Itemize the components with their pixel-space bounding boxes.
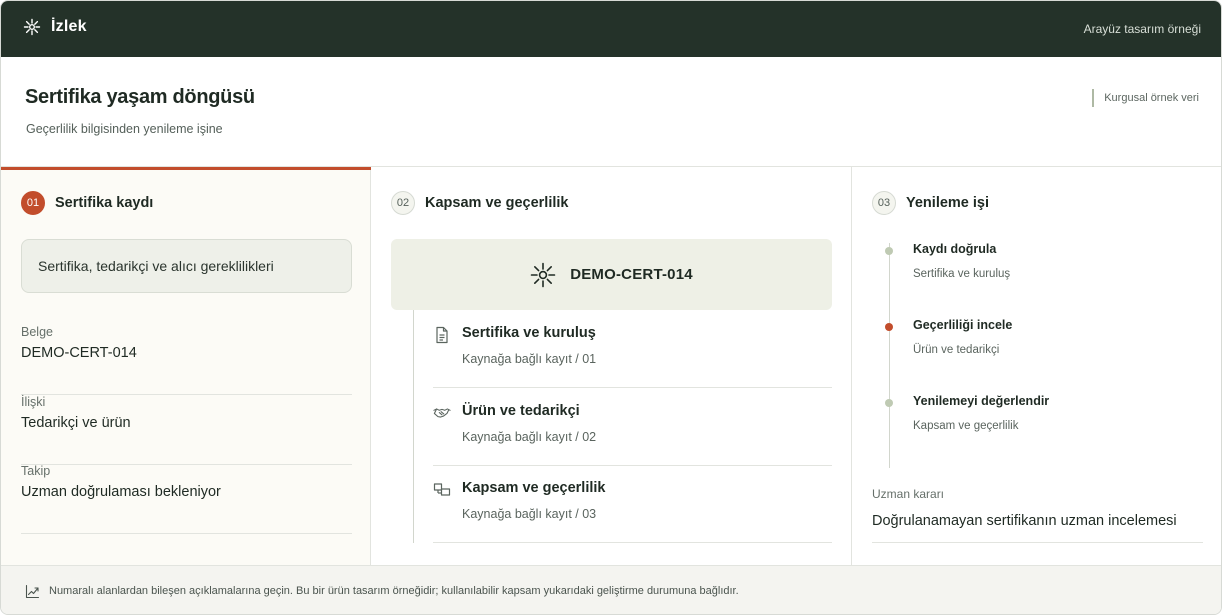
design-sample-note: Arayüz tasarım örneği bbox=[1083, 22, 1201, 36]
field-label: Takip bbox=[21, 464, 51, 478]
field-iliski: İlişki Tedarikçi ve ürün bbox=[21, 395, 352, 465]
timeline-connector bbox=[889, 243, 890, 468]
timeline-subtitle: Sertifika ve kuruluş bbox=[913, 268, 1011, 280]
field-takip: Takip Uzman doğrulaması bekleniyor bbox=[21, 464, 352, 534]
item-subtitle: Kaynağa bağlı kayıt / 03 bbox=[462, 507, 597, 521]
item-title: Ürün ve tedarikçi bbox=[462, 403, 580, 419]
step-3-header[interactable]: 03 Yenileme işi bbox=[872, 191, 989, 215]
top-bar: İzlek Arayüz tasarım örneği bbox=[1, 1, 1221, 57]
timeline-subtitle: Ürün ve tedarikçi bbox=[913, 344, 1000, 356]
step-number: 03 bbox=[872, 191, 896, 215]
field-value: DEMO-CERT-014 bbox=[21, 345, 137, 361]
step-1-panel: 01 Sertifika kaydı Sertifika, tedarikçi … bbox=[1, 167, 371, 565]
step-3-panel: 03 Yenileme işi Kaydı doğrula Sertifika … bbox=[852, 167, 1221, 565]
brand[interactable]: İzlek bbox=[23, 18, 87, 36]
decision-label: Uzman kararı bbox=[872, 487, 945, 501]
handshake-icon bbox=[433, 408, 451, 418]
app-name: İzlek bbox=[51, 18, 87, 35]
field-value: Uzman doğrulaması bekleniyor bbox=[21, 484, 221, 500]
step-2-panel: 02 Kapsam ve geçerlilik DEMO-CERT-014 Se… bbox=[371, 167, 852, 565]
app-window: İzlek Arayüz tasarım örneği Sertifika ya… bbox=[0, 0, 1222, 615]
page-title: Sertifika yaşam döngüsü bbox=[25, 86, 255, 108]
decision-value: Doğrulanamayan sertifikanın uzman incele… bbox=[872, 513, 1203, 543]
item-title: Kapsam ve geçerlilik bbox=[462, 480, 606, 496]
field-label: İlişki bbox=[21, 395, 46, 409]
item-subtitle: Kaynağa bağlı kayıt / 02 bbox=[462, 430, 597, 444]
field-belge: Belge DEMO-CERT-014 bbox=[21, 325, 352, 395]
item-title: Sertifika ve kuruluş bbox=[462, 325, 596, 341]
tree-connector bbox=[413, 310, 414, 543]
document-icon bbox=[436, 326, 448, 344]
list-item[interactable]: Ürün ve tedarikçi Kaynağa bağlı kayıt / … bbox=[433, 388, 832, 466]
step-1-header[interactable]: 01 Sertifika kaydı bbox=[21, 191, 153, 215]
page-header: Sertifika yaşam döngüsü Geçerlilik bilgi… bbox=[1, 57, 1221, 167]
timeline-dot-active bbox=[885, 323, 893, 331]
asterisk-sun-icon bbox=[530, 262, 556, 287]
list-item[interactable]: Sertifika ve kuruluş Kaynağa bağlı kayıt… bbox=[433, 310, 832, 388]
asterisk-sun-icon bbox=[23, 18, 41, 36]
step-title: Kapsam ve geçerlilik bbox=[425, 195, 569, 211]
certificate-card: DEMO-CERT-014 bbox=[391, 239, 832, 310]
certificate-id: DEMO-CERT-014 bbox=[570, 266, 693, 283]
boxes-icon bbox=[433, 483, 451, 496]
step-title: Yenileme işi bbox=[906, 195, 990, 211]
footer-help-text: Numaralı alanlardan bileşen açıklamaları… bbox=[49, 585, 739, 597]
step-title: Sertifika kaydı bbox=[55, 195, 154, 211]
active-step-indicator bbox=[1, 167, 371, 170]
footer-bar: Numaralı alanlardan bileşen açıklamaları… bbox=[1, 565, 1221, 614]
timeline-title: Geçerliliği incele bbox=[913, 318, 1013, 332]
timeline-title: Yenilemeyi değerlendir bbox=[913, 394, 1050, 408]
timeline-dot bbox=[885, 399, 893, 407]
step-number: 01 bbox=[21, 191, 45, 215]
item-subtitle: Kaynağa bağlı kayıt / 01 bbox=[462, 352, 597, 366]
requirements-box: Sertifika, tedarikçi ve alıcı gereklilik… bbox=[21, 239, 352, 293]
field-label: Belge bbox=[21, 325, 53, 339]
timeline-subtitle: Kapsam ve geçerlilik bbox=[913, 420, 1019, 432]
step-2-header[interactable]: 02 Kapsam ve geçerlilik bbox=[391, 191, 568, 215]
trend-chart-icon bbox=[25, 584, 40, 598]
list-item[interactable]: Kapsam ve geçerlilik Kaynağa bağlı kayıt… bbox=[433, 465, 832, 543]
page-subtitle: Geçerlilik bilgisinden yenileme işine bbox=[26, 122, 223, 136]
timeline-title: Kaydı doğrula bbox=[913, 242, 997, 256]
timeline-dot bbox=[885, 247, 893, 255]
sample-data-badge: Kurgusal örnek veri bbox=[1092, 89, 1199, 107]
field-value: Tedarikçi ve ürün bbox=[21, 415, 131, 431]
step-number: 02 bbox=[391, 191, 415, 215]
